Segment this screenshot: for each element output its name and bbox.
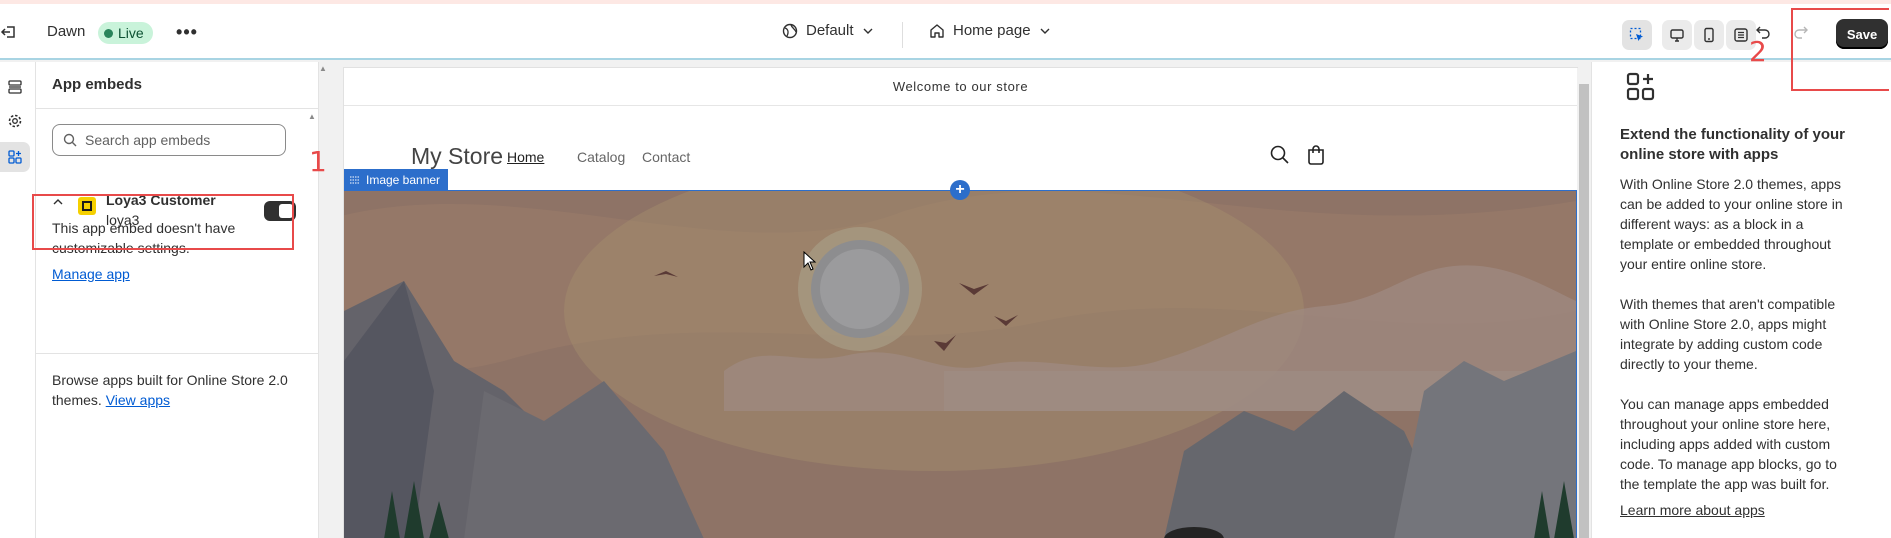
- rail-app-embeds-button[interactable]: [0, 142, 30, 172]
- panel-title: App embeds: [52, 76, 143, 93]
- expand-icon: [1734, 28, 1748, 42]
- info-paragraph-1: With Online Store 2.0 themes, apps can b…: [1620, 174, 1860, 274]
- learn-more-link[interactable]: Learn more about apps: [1620, 500, 1860, 520]
- info-line: different ways: as a block in a: [1620, 216, 1804, 232]
- info-line: integrate by adding custom code: [1620, 336, 1823, 352]
- info-line: directly to your theme.: [1620, 356, 1758, 372]
- live-status-badge: Live: [98, 22, 153, 44]
- announcement-bar[interactable]: Welcome to our store: [344, 68, 1577, 106]
- info-paragraph-2: With themes that aren't compatible with …: [1620, 294, 1860, 374]
- page-select[interactable]: Home page: [929, 22, 1051, 39]
- live-dot-icon: [104, 28, 113, 38]
- editor-rail: [0, 62, 36, 538]
- desktop-view-button[interactable]: [1662, 20, 1692, 50]
- rail-sections-button[interactable]: [0, 72, 30, 102]
- annotation-label-1: 1: [309, 145, 327, 178]
- cart-icon[interactable]: [1305, 144, 1327, 166]
- sections-icon: [8, 80, 22, 94]
- section-tag[interactable]: Image banner: [344, 169, 449, 190]
- home-icon: [930, 23, 944, 38]
- info-line: your entire online store.: [1620, 256, 1767, 272]
- image-banner-section[interactable]: [344, 151, 1577, 538]
- preview-context-select[interactable]: Default: [782, 22, 874, 39]
- view-tools: [1622, 20, 1756, 50]
- app-embeds-panel: App embeds ▲ Loya3 Customer loya3 This a…: [36, 62, 319, 538]
- info-line: the template the app was built for.: [1620, 476, 1830, 492]
- search-app-embeds[interactable]: [52, 124, 286, 156]
- panel-header-divider: [36, 108, 319, 109]
- mobile-icon: [1704, 27, 1714, 43]
- chevron-down-icon: [863, 28, 873, 34]
- add-section-button[interactable]: +: [950, 180, 970, 200]
- info-paragraph-3: You can manage apps embedded throughout …: [1620, 394, 1860, 494]
- info-panel: Extend the functionality of your online …: [1591, 62, 1891, 538]
- apps-add-icon: [1626, 72, 1655, 101]
- canvas-scroll-up-icon[interactable]: ▲: [319, 64, 327, 73]
- editor-topbar: Dawn Live ••• Default Home page Save: [0, 4, 1891, 60]
- store-preview[interactable]: Welcome to our store My Store Home Catal…: [344, 68, 1577, 538]
- canvas-scrollbar[interactable]: [1577, 68, 1591, 538]
- browse-apps-text: Browse apps built for Online Store 2.0 t…: [52, 370, 288, 410]
- store-logo[interactable]: My Store: [411, 143, 503, 170]
- nav-home[interactable]: Home: [507, 149, 544, 165]
- topbar-divider: [902, 22, 903, 48]
- browse-line: themes.: [52, 392, 102, 408]
- info-line: throughout your online store here,: [1620, 416, 1831, 432]
- info-line: With themes that aren't compatible: [1620, 296, 1836, 312]
- gear-icon: [8, 114, 22, 128]
- search-input[interactable]: [85, 132, 275, 148]
- nav-catalog[interactable]: Catalog: [577, 149, 625, 165]
- inspector-button[interactable]: [1622, 20, 1652, 50]
- annotation-label-2: 2: [1749, 35, 1767, 68]
- info-title-line: online store with apps: [1620, 146, 1779, 163]
- cursor-select-icon: [1629, 27, 1643, 41]
- annotation-box-1: [32, 194, 294, 250]
- preview-canvas: ▲ Welcome to our store My Store Home Cat…: [319, 62, 1591, 538]
- search-icon: [63, 133, 77, 147]
- info-title: Extend the functionality of your online …: [1620, 125, 1850, 165]
- manage-app-link[interactable]: Manage app: [52, 264, 130, 284]
- view-apps-link[interactable]: View apps: [106, 392, 170, 408]
- panel-scroll-up-icon[interactable]: ▲: [308, 112, 316, 128]
- info-line: with Online Store 2.0, apps might: [1620, 316, 1827, 332]
- nav-contact[interactable]: Contact: [642, 149, 690, 165]
- live-status-label: Live: [118, 25, 144, 41]
- canvas-scroll-thumb[interactable]: [1579, 84, 1589, 538]
- info-line: including apps added with custom: [1620, 436, 1831, 452]
- mobile-view-button[interactable]: [1694, 20, 1724, 50]
- apps-icon: [8, 150, 22, 164]
- info-line: code. To manage app blocks, go to: [1620, 456, 1837, 472]
- info-line: can be added to your online store in: [1620, 196, 1843, 212]
- info-line: You can manage apps embedded: [1620, 396, 1829, 412]
- more-actions-button[interactable]: •••: [176, 21, 198, 43]
- info-line: With Online Store 2.0 themes, apps: [1620, 176, 1841, 192]
- mouse-pointer-icon: [803, 251, 817, 271]
- rail-settings-button[interactable]: [0, 106, 30, 136]
- desktop-icon: [1670, 29, 1684, 42]
- info-title-line: Extend the functionality of your: [1620, 126, 1846, 143]
- panel-divider: [36, 353, 319, 354]
- section-tag-label: Image banner: [366, 172, 441, 187]
- globe-icon: [782, 23, 798, 38]
- info-line: template or embedded throughout: [1620, 236, 1831, 252]
- annotation-box-2: [1791, 8, 1889, 91]
- chevron-down-icon: [1040, 28, 1050, 34]
- landscape-illustration: [344, 151, 1576, 538]
- browse-line: Browse apps built for Online Store 2.0: [52, 372, 288, 388]
- theme-name: Dawn: [47, 23, 86, 40]
- page-select-label: Home page: [953, 22, 1031, 39]
- preview-context-label: Default: [806, 22, 854, 39]
- search-icon[interactable]: [1269, 144, 1291, 166]
- exit-icon[interactable]: [0, 22, 20, 42]
- section-grid-icon: [350, 176, 360, 183]
